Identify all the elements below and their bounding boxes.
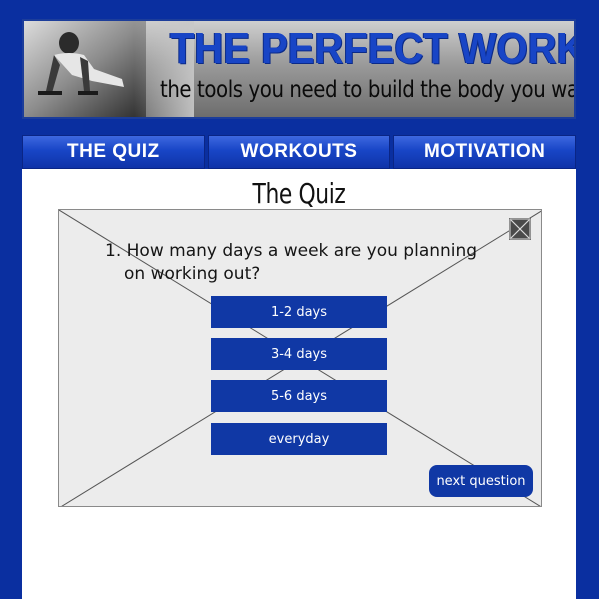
main-nav: THE QUIZ WORKOUTS MOTIVATION bbox=[22, 135, 577, 169]
pushup-photo bbox=[24, 21, 146, 117]
nav-item-the-quiz[interactable]: THE QUIZ bbox=[22, 135, 205, 169]
answer-button-3-4-days[interactable]: 3-4 days bbox=[211, 338, 387, 370]
nav-item-workouts[interactable]: WORKOUTS bbox=[207, 135, 391, 169]
close-icon[interactable] bbox=[509, 218, 531, 240]
answer-button-5-6-days[interactable]: 5-6 days bbox=[211, 380, 387, 412]
question-text-line2: on working out? bbox=[124, 264, 261, 284]
site-banner: THE PERFECT WORKOUT the tools you need t… bbox=[22, 19, 576, 119]
answer-button-1-2-days[interactable]: 1-2 days bbox=[211, 296, 387, 328]
next-question-button[interactable]: next question bbox=[429, 465, 533, 497]
question-number: 1. bbox=[105, 241, 122, 261]
page-title: The Quiz bbox=[252, 177, 346, 210]
question-text-line1: How many days a week are you planning bbox=[126, 241, 478, 261]
answer-button-everyday[interactable]: everyday bbox=[211, 423, 387, 455]
main-content: The Quiz 1. How many days a week are you… bbox=[22, 169, 576, 599]
quiz-question: 1. How many days a week are you planning… bbox=[105, 240, 505, 286]
banner-subtitle: the tools you need to build the body you… bbox=[160, 77, 576, 103]
banner-title: THE PERFECT WORKOUT bbox=[170, 25, 574, 73]
nav-item-motivation[interactable]: MOTIVATION bbox=[393, 135, 577, 169]
quiz-panel: 1. How many days a week are you planning… bbox=[58, 209, 542, 507]
